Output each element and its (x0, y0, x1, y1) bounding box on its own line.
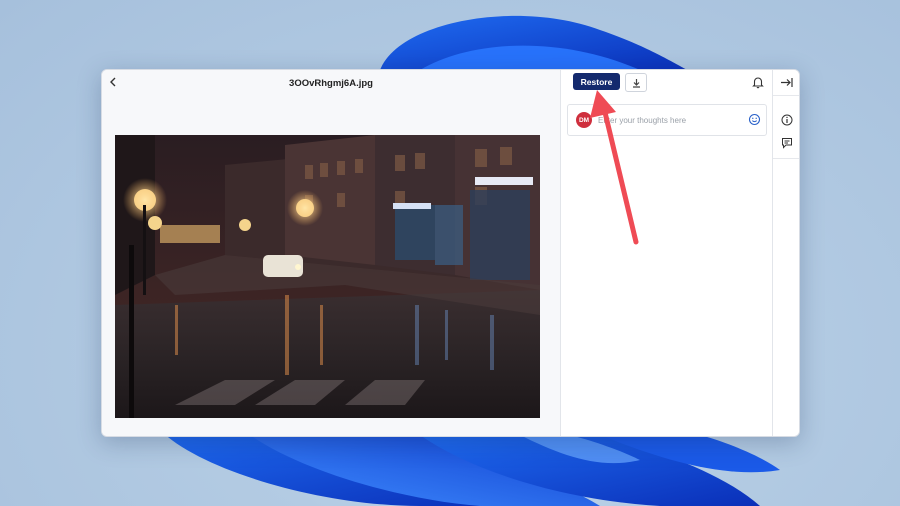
info-button[interactable] (779, 112, 794, 127)
collapse-panel-icon (781, 78, 793, 87)
emoji-icon (748, 113, 761, 126)
comment-input[interactable] (598, 112, 738, 128)
emoji-button[interactable] (748, 113, 761, 126)
night-street-photo (115, 135, 540, 418)
file-name-title: 3OOvRhgmj6A.jpg (289, 78, 373, 89)
download-icon (632, 78, 640, 88)
info-icon (781, 114, 792, 125)
image-preview (115, 135, 540, 418)
file-viewer-window: 3OOvRhgmj6A.jpg Restore DM Enter your th… (101, 69, 800, 437)
comment-composer: DM (567, 104, 767, 136)
download-button[interactable] (625, 73, 647, 92)
comments-icon (781, 137, 792, 149)
right-icon-rail (772, 70, 799, 436)
avatar: DM (576, 112, 592, 128)
image-viewer-pane: 3OOvRhgmj6A.jpg (102, 70, 561, 436)
notifications-button[interactable] (751, 75, 765, 89)
comments-button[interactable] (779, 135, 794, 150)
collapse-panel-button[interactable] (779, 75, 794, 90)
rail-divider (773, 95, 799, 96)
rail-divider (773, 158, 799, 159)
restore-button[interactable]: Restore (573, 73, 620, 90)
bell-icon (752, 77, 764, 89)
details-side-panel: Restore DM (561, 70, 772, 436)
